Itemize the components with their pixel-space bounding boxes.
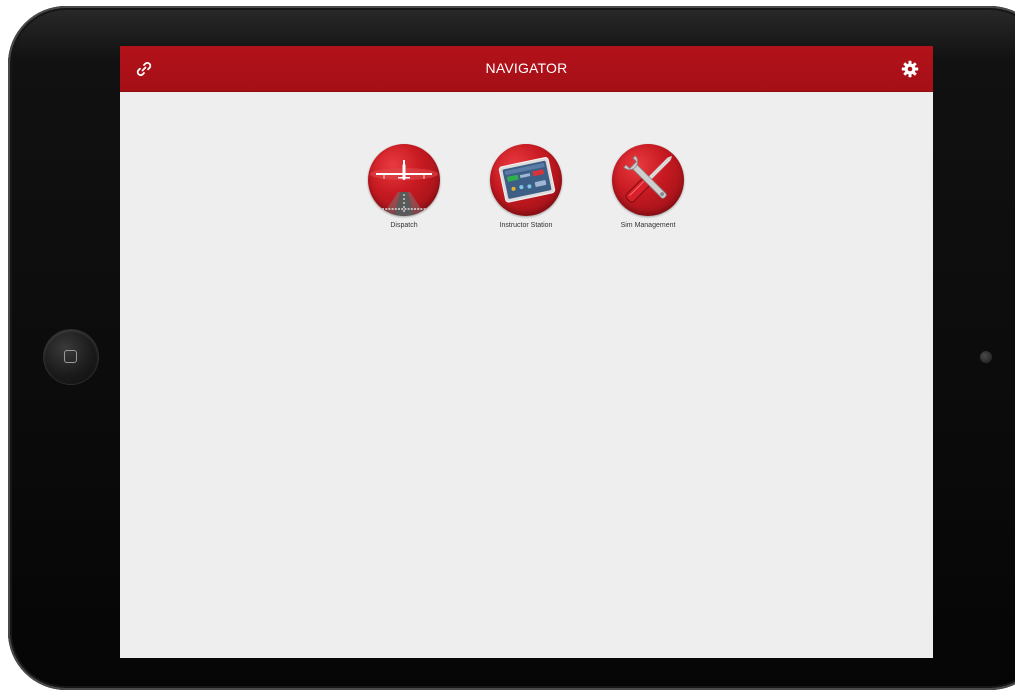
app-grid: Dispatch Instructor Station Sim Manageme…	[120, 46, 933, 658]
app-instructor-station[interactable]: Instructor Station	[471, 144, 581, 229]
app-label-instructor-station: Instructor Station	[499, 222, 553, 229]
app-dispatch[interactable]: Dispatch	[349, 144, 459, 229]
instructor-station-tile	[490, 144, 562, 216]
app-label-sim-management: Sim Management	[620, 222, 676, 229]
home-button[interactable]	[44, 330, 98, 384]
dispatch-tile	[368, 144, 440, 216]
app-label-dispatch: Dispatch	[390, 222, 418, 229]
front-camera	[980, 351, 992, 363]
tablet-dashboard-icon	[498, 157, 556, 203]
sim-management-tile	[612, 144, 684, 216]
app-screen: NAVIGATOR Dispatch Instructor Station Si…	[120, 46, 933, 658]
app-sim-management[interactable]: Sim Management	[593, 144, 703, 229]
home-square-icon	[64, 350, 77, 363]
airplane-runway-icon	[370, 160, 438, 216]
wrench-screwdriver-icon	[623, 155, 673, 203]
